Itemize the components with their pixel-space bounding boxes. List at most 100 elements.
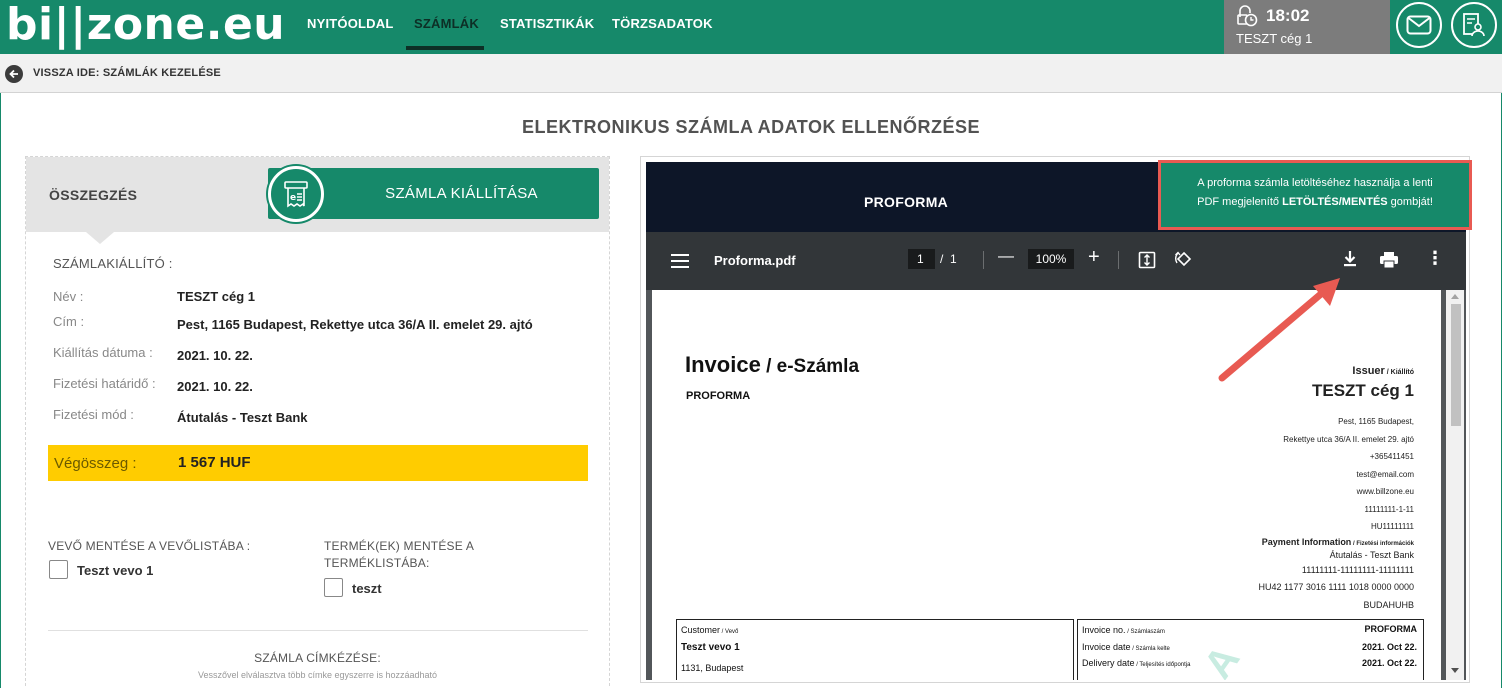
active-nav-indicator <box>406 46 484 50</box>
issuer-heading-en: Issuer <box>1352 365 1385 377</box>
issuer-line: 11111111-1-11 <box>1364 504 1414 514</box>
divider <box>48 630 588 631</box>
user-settings-button[interactable] <box>1451 2 1497 48</box>
save-buyer-checkbox[interactable] <box>49 560 68 579</box>
save-buyer-item[interactable]: Teszt vevo 1 <box>77 563 153 578</box>
print-icon[interactable] <box>1379 251 1399 269</box>
total-label: Végösszeg : <box>54 455 137 472</box>
field-label-issue-date: Kiállítás dátuma : <box>53 345 153 360</box>
field-value-name: TESZT cég 1 <box>177 289 256 304</box>
invoice-no-value: PROFORMA <box>1364 624 1418 634</box>
messages-button[interactable] <box>1396 2 1442 48</box>
toolbar-separator <box>1118 251 1119 269</box>
nav-item-master-data[interactable]: TÖRZSADATOK <box>612 16 713 31</box>
back-arrow-icon[interactable] <box>5 65 23 83</box>
save-product-checkbox[interactable] <box>324 578 343 597</box>
invoice-icon-wrap: e <box>268 166 324 222</box>
customer-name: Teszt vevo 1 <box>681 642 740 653</box>
issuer-line: +365411451 <box>1369 452 1414 461</box>
field-label-payment-method: Fizetési mód : <box>53 407 134 422</box>
invoice-date-value: 2021. Oct 22. <box>1361 642 1417 652</box>
payment-line: HU42 1177 3016 1111 1018 0000 0000 <box>1258 582 1414 592</box>
issue-invoice-label: SZÁMLA KIÁLLÍTÁSA <box>385 185 538 202</box>
zoom-out-button[interactable]: — <box>998 248 1014 266</box>
issuer-line: Pest, 1165 Budapest, <box>1338 417 1414 426</box>
issuer-section-label: SZÁMLAKIÁLLÍTÓ : <box>53 256 173 271</box>
invoice-details-box: Invoice no. / Számlaszám PROFORMA Invoic… <box>1077 619 1424 680</box>
session-time: 18:02 <box>1266 6 1310 25</box>
page-title: ELEKTRONIKUS SZÁMLA ADATOK ELLENŐRZÉSE <box>521 117 980 137</box>
delivery-date-label: Delivery date / Teljesítés időpontja <box>1082 658 1190 668</box>
pdf-menu-icon[interactable] <box>671 254 689 268</box>
zoom-in-button[interactable]: + <box>1088 246 1100 269</box>
delivery-date-label-en: Delivery date <box>1082 658 1135 668</box>
tip-line-2-bold: LETÖLTÉS/MENTÉS <box>1282 196 1388 208</box>
pdf-page-input[interactable]: 1 <box>908 249 935 269</box>
invoice-heading: Invoice / e-Számla <box>685 352 859 378</box>
logo[interactable]: bi||zone.eu <box>6 2 285 48</box>
top-navigation-bar: bi||zone.eu NYITÓOLDAL SZÁMLÁK STATISZTI… <box>0 0 1502 54</box>
scroll-up-arrow[interactable] <box>1451 294 1459 299</box>
invoice-date-label: Invoice date / Számla kelte <box>1082 642 1170 652</box>
save-product-item[interactable]: teszt <box>352 581 382 596</box>
preview-title: PROFORMA <box>864 194 949 210</box>
scroll-thumb[interactable] <box>1451 304 1461 426</box>
save-product-title-2: TERMÉKLISTÁBA: <box>324 556 430 570</box>
tags-title: SZÁMLA CÍMKÉZÉSE: <box>254 651 381 665</box>
download-icon[interactable] <box>1342 250 1358 268</box>
field-label-name: Név : <box>53 289 84 304</box>
nav-item-home[interactable]: NYITÓOLDAL <box>307 16 394 31</box>
fit-page-icon[interactable] <box>1138 251 1156 269</box>
issuer-line: www.billzone.eu <box>1356 487 1414 496</box>
invoice-heading-hu: e-Számla <box>776 356 860 377</box>
issuer-line: HU11111111 <box>1371 522 1414 531</box>
more-options-icon[interactable]: ⋮ <box>1426 248 1444 269</box>
summary-panel: ÖSSZEGZÉS e SZÁMLA KIÁLLÍTÁSA SZÁMLAKIÁL… <box>25 156 610 688</box>
pdf-page-count: / 1 <box>940 252 957 266</box>
invoice-date-label-en: Invoice date <box>1082 642 1131 652</box>
customer-box: Customer / Vevő Teszt vevo 1 1131, Budap… <box>676 619 1074 680</box>
pdf-scrollbar[interactable] <box>1446 290 1464 680</box>
customer-address: 1131, Budapest <box>681 663 744 673</box>
payment-heading-hu: / Fizetési információk <box>1351 540 1414 547</box>
pdf-pages: 1 <box>950 252 957 266</box>
invoice-no-label-hu: / Számlaszám <box>1125 629 1165 635</box>
download-tip-callout: A proforma számla letöltéséhez használja… <box>1158 160 1472 230</box>
summary-header: ÖSSZEGZÉS e SZÁMLA KIÁLLÍTÁSA <box>26 157 609 232</box>
field-label-due-date: Fizetési határidő : <box>53 376 156 391</box>
pdf-zoom-input[interactable]: 100% <box>1028 249 1074 269</box>
issuer-line: Rekettye utca 36/A II. emelet 29. ajtó <box>1283 434 1414 444</box>
invoice-heading-sep: / <box>760 356 777 377</box>
clock-icon <box>1237 5 1258 27</box>
customer-label-hu: / Vevő <box>720 629 739 635</box>
back-link[interactable]: VISSZA IDE: SZÁMLÁK KEZELÉSE <box>33 67 221 79</box>
scroll-down-arrow[interactable] <box>1451 668 1459 673</box>
nav-item-statistics[interactable]: STATISZTIKÁK <box>500 16 594 31</box>
field-label-address: Cím : <box>53 314 85 329</box>
invoice-date-label-hu: / Számla kelte <box>1130 646 1170 652</box>
tip-line-2-post: gombját! <box>1387 196 1433 208</box>
field-value-address: Pest, 1165 Budapest, Rekettye utca 36/A … <box>177 317 533 332</box>
session-info[interactable]: 18:02 TESZT cég 1 <box>1224 0 1390 54</box>
issuer-heading-hu: / Kiállító <box>1384 369 1414 376</box>
delivery-date-label-hu: / Teljesítés időpontja <box>1134 662 1191 668</box>
invoice-preview-panel: PROFORMA A proforma számla letöltéséhez … <box>640 156 1472 683</box>
save-product-title-1: TERMÉK(EK) MENTÉSE A <box>324 539 475 553</box>
delivery-date-value: 2021. Oct 22. <box>1361 658 1417 668</box>
breadcrumb: VISSZA IDE: SZÁMLÁK KEZELÉSE <box>0 54 1502 93</box>
tip-line-1: A proforma számla letöltéséhez használja… <box>1197 177 1433 189</box>
summary-title: ÖSSZEGZÉS <box>49 187 138 203</box>
invoice-heading-main: Invoice <box>685 352 761 377</box>
tip-line-2-pre: PDF megjelenítő <box>1197 196 1283 208</box>
payment-heading: Payment Information / Fizetési informáci… <box>1122 536 1414 549</box>
invoice-icon: e <box>284 181 308 208</box>
issue-invoice-button[interactable]: e SZÁMLA KIÁLLÍTÁSA <box>268 166 599 222</box>
rotate-icon[interactable] <box>1174 250 1194 270</box>
nav-item-invoices[interactable]: SZÁMLÁK <box>414 16 479 31</box>
payment-heading-en: Payment Information <box>1261 536 1352 547</box>
save-buyer-title: VEVŐ MENTÉSE A VEVŐLISTÁBA : <box>48 539 251 553</box>
field-value-issue-date: 2021. 10. 22. <box>177 348 253 363</box>
user-settings-icon <box>1463 13 1485 37</box>
field-value-payment-method: Átutalás - Teszt Bank <box>177 410 308 425</box>
mail-icon <box>1406 15 1432 35</box>
